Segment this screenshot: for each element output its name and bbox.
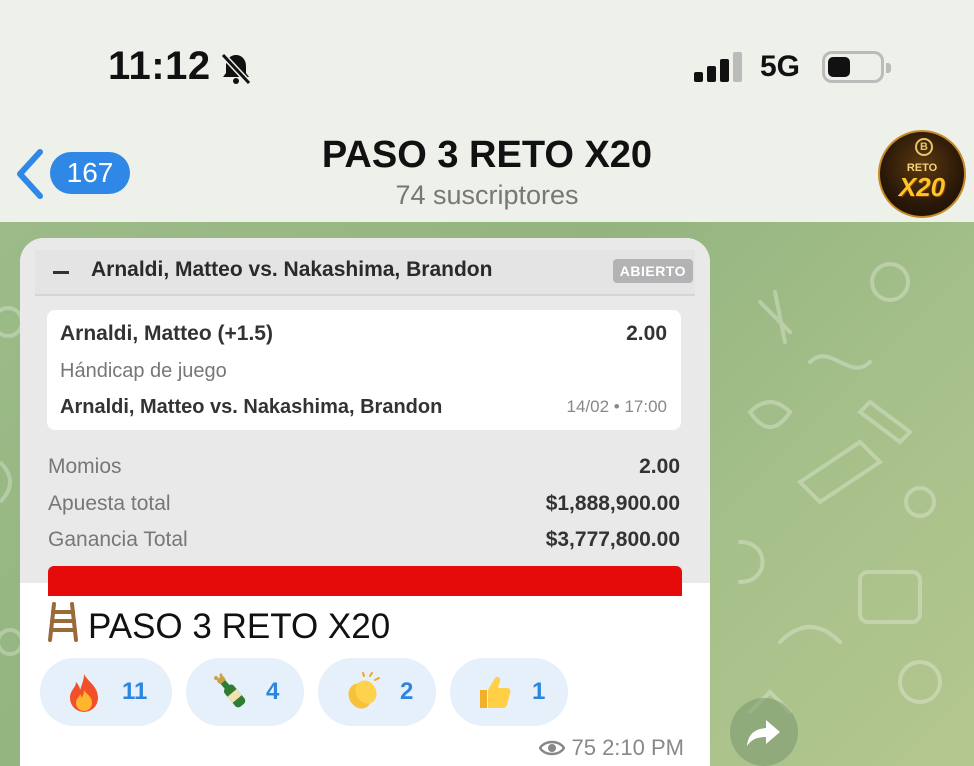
fire-icon [70,674,98,712]
channel-title[interactable]: PASO 3 RETO X20 [0,134,974,177]
forward-arrow-icon [747,720,780,746]
event-date: 14/02 • 17:00 [566,397,667,416]
champagne-icon [214,673,246,708]
eye-icon [539,740,566,756]
summary-value: 2.00 [639,455,680,478]
collapse-icon [53,271,69,274]
summary-row-stake: Apuesta total $1,888,900.00 [48,492,680,522]
thumbs-up-icon [480,676,511,708]
clapping-hands-icon [348,672,380,709]
message-bubble[interactable]: Arnaldi, Matteo vs. Nakashima, Brandon A… [20,238,710,766]
market-name: Hándicap de juego [60,360,227,382]
selection-name: Arnaldi, Matteo (+1.5) [60,322,273,345]
view-count: 75 [571,735,596,760]
subscriber-count: 74 suscriptores [395,180,579,210]
wallpaper-doodles [738,262,942,714]
message-caption: PASO 3 RETO X20 [46,602,390,647]
event-name: Arnaldi, Matteo vs. Nakashima, Brandon [60,396,443,418]
status-badge: ABIERTO [612,259,693,283]
reaction-count: 2 [400,678,414,705]
avatar-text-main: X20 [898,172,946,202]
channel-avatar[interactable]: B RETO X20 [878,130,966,218]
ladder-icon [48,602,78,642]
reaction-clap[interactable]: 2 [318,658,436,726]
bet-slip-header: Arnaldi, Matteo vs. Nakashima, Brandon A… [35,250,695,296]
reaction-fire[interactable]: 11 [40,658,172,726]
reaction-thumbs-up[interactable]: 1 [450,658,568,726]
selection-odds: 2.00 [626,322,667,345]
summary-label: Ganancia Total [48,528,188,551]
reaction-count: 11 [122,678,148,705]
reaction-count: 1 [532,678,546,705]
bell-slash-icon [220,52,252,86]
network-type: 5G [760,50,801,83]
reaction-champagne[interactable]: 4 [186,658,304,726]
bet-slip-action-bar [48,566,682,596]
bet-slip-image[interactable]: Arnaldi, Matteo vs. Nakashima, Brandon A… [20,238,710,596]
message-meta: 75 2:10 PM [539,735,684,761]
message-time: 2:10 PM [602,735,684,760]
summary-label: Momios [48,455,122,478]
summary-row-payout: Ganancia Total $3,777,800.00 [48,528,680,558]
forward-button[interactable] [730,698,798,766]
selection-card: Arnaldi, Matteo (+1.5) 2.00 Hándicap de … [47,310,681,430]
summary-row-odds: Momios 2.00 [48,455,680,485]
match-title: Arnaldi, Matteo vs. Nakashima, Brandon [91,258,493,281]
battery-icon [822,51,891,83]
summary-value: $1,888,900.00 [545,492,680,515]
avatar-logo: B [915,138,933,156]
caption-text: PASO 3 RETO X20 [88,607,391,646]
top-bar: 11:12 5G 167 PASO 3 RETO X20 74 suscript… [0,0,974,222]
status-time: 11:12 [108,44,211,88]
summary-label: Apuesta total [48,492,171,515]
reaction-count: 4 [266,678,280,705]
signal-strength-icon [694,52,744,82]
summary-value: $3,777,800.00 [545,528,680,551]
